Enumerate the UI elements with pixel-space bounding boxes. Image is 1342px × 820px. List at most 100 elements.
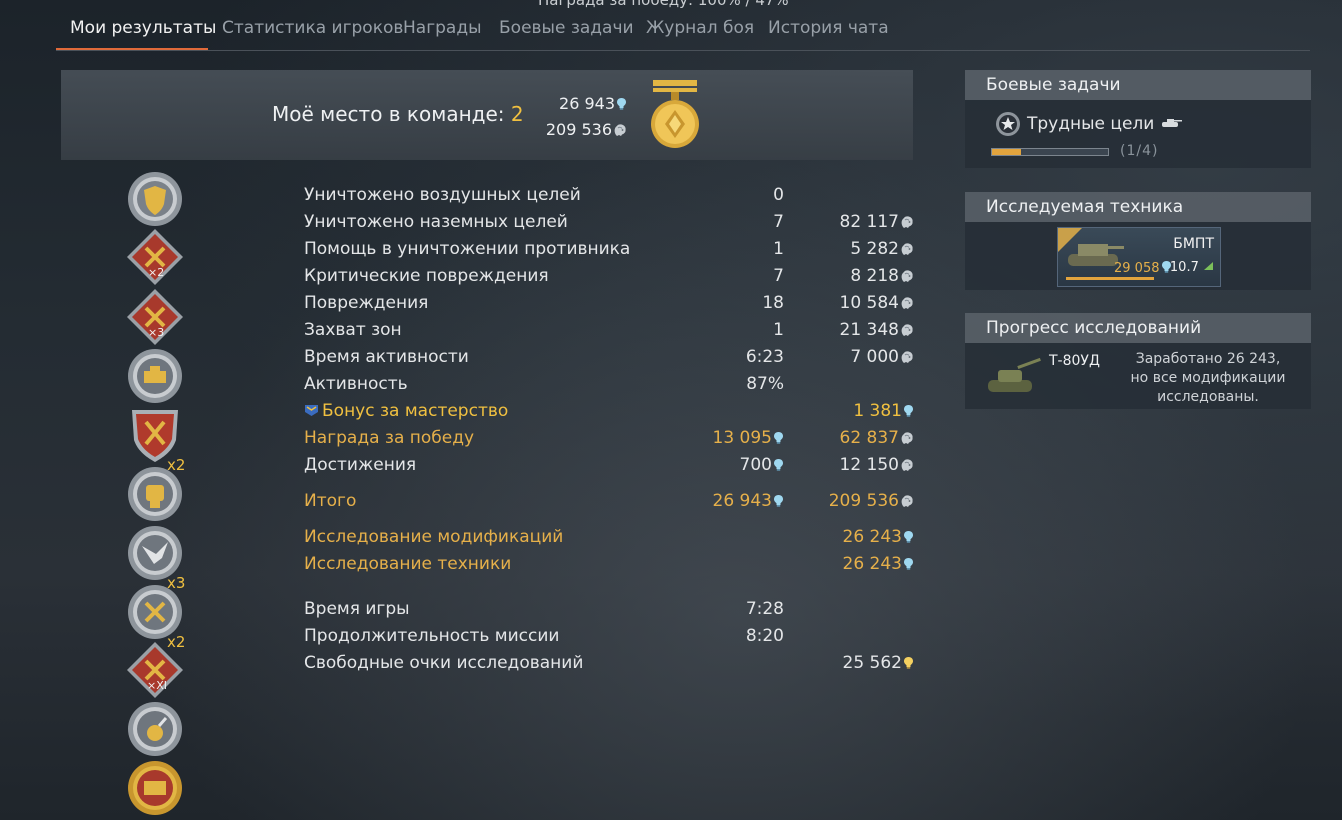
tab-my-results[interactable]: Мои результаты	[70, 18, 216, 38]
researched-vehicle-card[interactable]: БМПТ 29 058 10.7	[1057, 227, 1221, 287]
stat-count: 7	[773, 266, 784, 286]
battle-task[interactable]: Трудные цели	[1027, 114, 1182, 134]
stat-label: Награда за победу	[304, 428, 475, 448]
tab-battle-tasks[interactable]: Боевые задачи	[499, 18, 634, 38]
research-bulb-icon	[903, 404, 914, 417]
team-place-medal-icon	[651, 80, 699, 148]
research-progress-note: Заработано 26 243, но все модификации ис…	[1130, 351, 1286, 405]
stat-row-game-time: Время игры 7:28	[304, 599, 914, 626]
stat-row-assists: Помощь в уничтожении противника 1 5 282	[304, 239, 914, 266]
mission-duration-value: 8:20	[745, 626, 784, 646]
silver-lion-icon	[900, 323, 914, 337]
stat-label: Итого	[304, 491, 357, 511]
stat-label: Уничтожено наземных целей	[304, 212, 568, 232]
stat-label: Достижения	[304, 455, 417, 475]
silver-lion-icon	[613, 123, 627, 137]
silver-lion-icon	[900, 269, 914, 283]
stat-row-zone-capture: Захват зон 1 21 348	[304, 320, 914, 347]
team-place-panel: Моё место в команде: 2 26 943 209 536	[61, 70, 913, 160]
tab-chat-history[interactable]: История чата	[768, 18, 889, 38]
free-rp: 25 562	[843, 653, 914, 673]
stat-reward: 5 282	[850, 239, 914, 259]
game-time-value: 7:28	[745, 599, 784, 619]
award-multiplier: x3	[167, 574, 186, 592]
active-tab-underline	[56, 48, 208, 50]
stat-count: 1	[773, 239, 784, 259]
stat-row-ground-targets: Уничтожено наземных целей 7 82 117	[304, 212, 914, 239]
svg-text:×2: ×2	[148, 266, 164, 279]
stat-reward-value: 5 282	[850, 239, 899, 259]
silver-lion-icon	[900, 215, 914, 229]
stat-reward-value: 7 000	[850, 347, 899, 367]
victory-rp: 13 095	[713, 428, 784, 448]
silver-lion-icon	[900, 296, 914, 310]
stat-label: Захват зон	[304, 320, 402, 340]
researched-vehicle-rp-value: 29 058	[1114, 261, 1160, 276]
header-cut-text: Награда за победу: 100% / 47%	[538, 0, 789, 9]
award-multiplier: x2	[167, 633, 186, 651]
stat-reward-value: 8 218	[850, 266, 899, 286]
stat-reward-value: 10 584	[839, 293, 899, 313]
stat-row-mission-duration: Продолжительность миссии 8:20	[304, 626, 914, 653]
stat-count: 1	[773, 320, 784, 340]
team-place: Моё место в команде: 2	[272, 102, 524, 126]
stat-reward: 8 218	[850, 266, 914, 286]
tab-player-stats[interactable]: Статистика игроков	[222, 18, 403, 38]
stat-label: Критические повреждения	[304, 266, 549, 286]
place-research-points: 26 943	[559, 94, 627, 113]
total-sl: 209 536	[829, 491, 914, 511]
stat-reward: 7 000	[850, 347, 914, 367]
t80ud-vehicle-icon	[988, 357, 1041, 392]
total-rp: 26 943	[713, 491, 784, 511]
achievements-sl: 12 150	[840, 455, 914, 475]
stat-reward-value: 82 117	[839, 212, 899, 232]
free-research-bulb-icon	[903, 656, 914, 669]
tab-awards[interactable]: Награды	[403, 18, 482, 38]
tanks-award-icon	[128, 349, 182, 403]
stat-row-skill-bonus: Бонус за мастерство 1 381	[304, 401, 914, 428]
svg-text:×3: ×3	[148, 326, 164, 339]
stat-row-research-mods: Исследование модификаций 26 243	[304, 527, 914, 554]
silver-lion-icon	[900, 350, 914, 364]
stat-label: Свободные очки исследований	[304, 653, 584, 673]
ground-type-icon	[1204, 262, 1213, 270]
stat-label: Активность	[304, 374, 408, 394]
battle-tasks-title: Боевые задачи	[986, 75, 1121, 95]
stat-label: Повреждения	[304, 293, 429, 313]
stat-reward: 21 348	[840, 320, 914, 340]
gold-vehicle-award-icon	[128, 761, 182, 815]
silver-lion-icon	[900, 494, 914, 508]
battle-task-name: Трудные цели	[1027, 114, 1155, 134]
research-progress-title: Прогресс исследований	[986, 318, 1202, 338]
stat-label: Время активности	[304, 347, 469, 367]
stat-reward-value: 21 348	[839, 320, 899, 340]
silver-lion-icon	[900, 242, 914, 256]
researched-vehicle-title: Исследуемая техника	[986, 197, 1184, 217]
achievements-rp: 700	[740, 455, 784, 475]
battle-task-progress-fill	[992, 149, 1021, 155]
stat-row-free-rp: Свободные очки исследований 25 562	[304, 653, 914, 680]
stat-label: Помощь в уничтожении противника	[304, 239, 631, 259]
research-bulb-icon	[773, 458, 784, 471]
total-rp-value: 26 943	[712, 491, 772, 511]
researched-vehicle-header: Исследуемая техника	[965, 192, 1311, 222]
stat-count: 18	[762, 293, 784, 313]
multi-kill-award-icon: ×2	[127, 229, 183, 285]
stat-count: 0	[773, 185, 784, 205]
svg-text:×XI: ×XI	[147, 679, 167, 692]
stat-row-activity-time: Время активности 6:23 7 000	[304, 347, 914, 374]
skill-bonus: Бонус за мастерство	[304, 401, 508, 421]
research-bulb-icon	[773, 431, 784, 444]
research-mods-rp: 26 243	[843, 527, 914, 547]
tab-battle-log[interactable]: Журнал боя	[646, 18, 754, 38]
team-place-label: Моё место в команде:	[272, 102, 505, 126]
place-silver-lions: 209 536	[546, 120, 627, 139]
battle-task-progress-bar	[991, 148, 1109, 156]
stat-reward: 10 584	[840, 293, 914, 313]
place-rp-value: 26 943	[559, 94, 615, 113]
stat-label: Уничтожено воздушных целей	[304, 185, 581, 205]
award-multiplier: x2	[167, 456, 186, 474]
stat-count: 87%	[746, 374, 784, 394]
stat-count: 6:23	[745, 347, 784, 367]
stat-row-critical-damage: Критические повреждения 7 8 218	[304, 266, 914, 293]
